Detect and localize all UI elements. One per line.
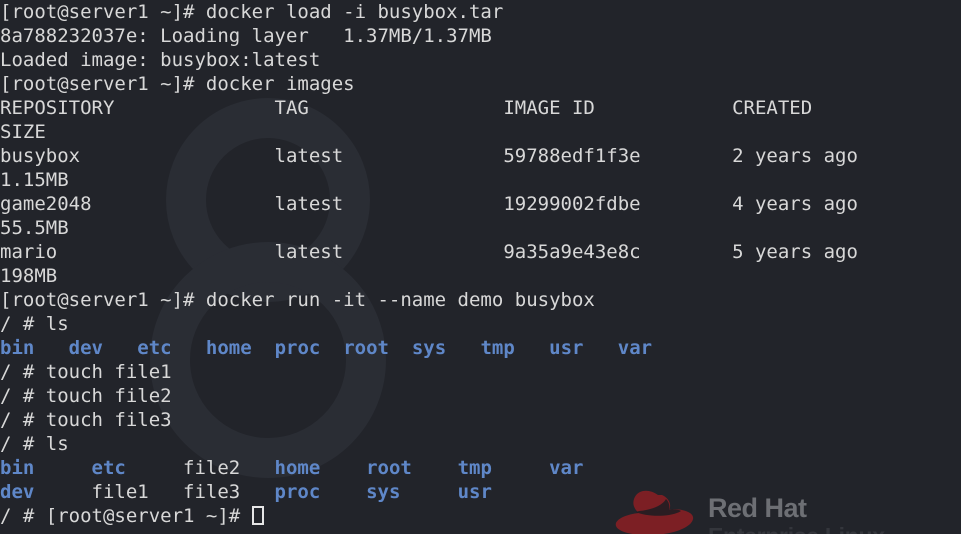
ls-entry-etc: etc xyxy=(91,457,184,479)
ls-entry-home: home xyxy=(205,337,275,359)
ls-entry-bin: bin xyxy=(0,337,69,359)
ls-entry-root: root xyxy=(366,457,458,479)
images-header-size: SIZE xyxy=(0,121,46,143)
images-row-busybox: busybox latest 59788edf1f3e 2 years ago xyxy=(0,145,858,167)
final-prompt-text: / # [root@server1 ~]# xyxy=(0,505,252,527)
ls-entry-bin: bin xyxy=(0,457,92,479)
ls-entry-proc: proc xyxy=(274,481,367,503)
images-row-game2048: game2048 latest 19299002fdbe 4 years ago xyxy=(0,193,858,215)
cmd-ls-2: / # ls xyxy=(0,433,69,455)
cmd-docker-load: [root@server1 ~]# docker load -i busybox… xyxy=(0,1,504,23)
images-header: REPOSITORY TAG IMAGE ID CREATED xyxy=(0,97,813,119)
terminal-screen: Red Hat Enterprise Linux [root@server1 ~… xyxy=(0,0,961,534)
ls-entry-var: var xyxy=(549,457,584,479)
ls-entry-dev: dev xyxy=(68,337,138,359)
ls-entry-file3: file3 xyxy=(183,481,275,503)
ls-entry-tmp: tmp xyxy=(480,337,550,359)
ls-entry-file1: file1 xyxy=(91,481,184,503)
ls-entry-sys: sys xyxy=(411,337,481,359)
cmd-ls-1: / # ls xyxy=(0,313,69,335)
ls-output-2-row-2: dev file1 file3 proc sys usr xyxy=(0,480,961,504)
ls-output-row-1: bin dev etc home proc root sys tmp usr v… xyxy=(0,336,961,360)
ls-entry-file2: file2 xyxy=(183,457,275,479)
ls-entry-dev: dev xyxy=(0,481,92,503)
cmd-touch-file1: / # touch file1 xyxy=(0,361,172,383)
ls-entry-root: root xyxy=(343,337,412,359)
cmd-touch-file2: / # touch file2 xyxy=(0,385,172,407)
images-size-game2048: 55.5MB xyxy=(0,217,69,239)
ls-output-2-row-1: bin etc file2 home root tmp var xyxy=(0,456,961,480)
cmd-touch-file3: / # touch file3 xyxy=(0,409,172,431)
text-cursor xyxy=(251,506,264,525)
ls-entry-usr: usr xyxy=(549,337,618,359)
ls-entry-proc: proc xyxy=(274,337,344,359)
cmd-docker-run: [root@server1 ~]# docker run -it --name … xyxy=(0,289,595,311)
ls-entry-etc: etc xyxy=(137,337,206,359)
ls-entry-usr: usr xyxy=(457,481,492,503)
out-loading-layer: 8a788232037e: Loading layer 1.37MB/1.37M… xyxy=(0,25,492,47)
terminal-output[interactable]: [root@server1 ~]# docker load -i busybox… xyxy=(0,0,961,528)
cmd-docker-images: [root@server1 ~]# docker images xyxy=(0,73,355,95)
images-row-mario: mario latest 9a35a9e43e8c 5 years ago xyxy=(0,241,858,263)
ls-entry-home: home xyxy=(274,457,367,479)
images-size-mario: 198MB xyxy=(0,265,58,287)
final-prompt-line[interactable]: / # [root@server1 ~]# xyxy=(0,504,961,528)
ls-entry-var: var xyxy=(617,337,653,359)
ls-entry-sys: sys xyxy=(366,481,458,503)
images-size-busybox: 1.15MB xyxy=(0,169,69,191)
out-loaded-image: Loaded image: busybox:latest xyxy=(0,49,321,71)
ls-entry-tmp: tmp xyxy=(457,457,550,479)
